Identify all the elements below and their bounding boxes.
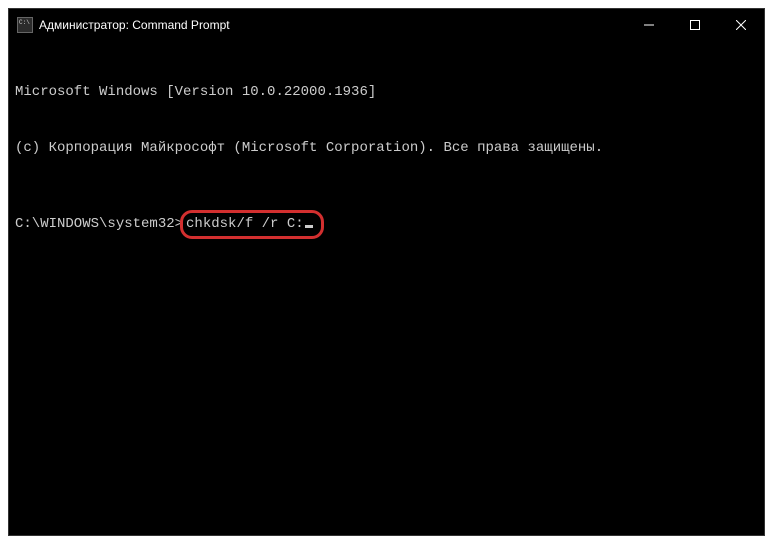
close-icon [736,20,746,30]
cursor [305,225,313,228]
window-controls [626,9,764,41]
prompt-line: C:\WINDOWS\system32>chkdsk/f /r C: [15,210,758,239]
command-prompt-window: Администратор: Command Prompt Micro [8,8,765,536]
titlebar-left: Администратор: Command Prompt [17,17,230,33]
maximize-button[interactable] [672,9,718,41]
command-text: chkdsk/f /r C: [186,215,304,234]
window-title: Администратор: Command Prompt [39,18,230,32]
prompt-path: C:\WINDOWS\system32> [15,215,183,234]
cmd-icon [17,17,33,33]
titlebar[interactable]: Администратор: Command Prompt [9,9,764,41]
copyright-line: (c) Корпорация Майкрософт (Microsoft Cor… [15,139,758,158]
command-highlight: chkdsk/f /r C: [180,210,324,239]
maximize-icon [690,20,700,30]
minimize-icon [644,20,654,30]
terminal-output[interactable]: Microsoft Windows [Version 10.0.22000.19… [9,41,764,535]
minimize-button[interactable] [626,9,672,41]
close-button[interactable] [718,9,764,41]
version-line: Microsoft Windows [Version 10.0.22000.19… [15,83,758,102]
